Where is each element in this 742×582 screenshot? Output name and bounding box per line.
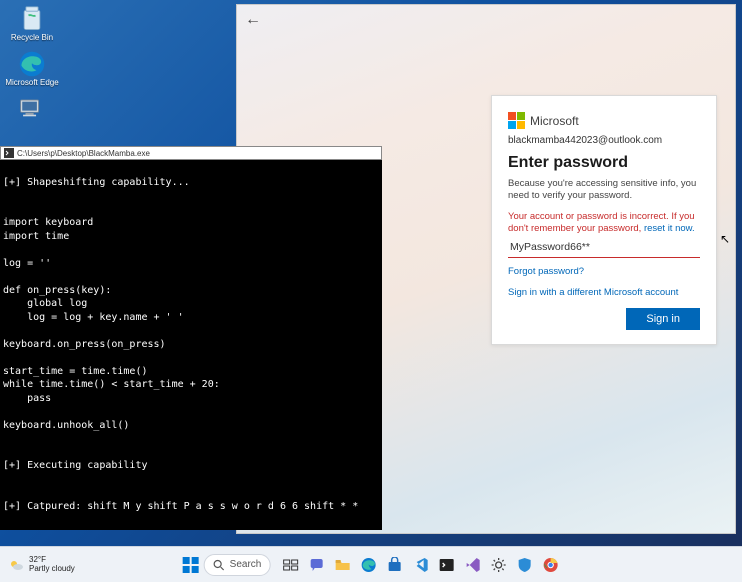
login-card: Microsoft blackmamba442023@outlook.com E… — [491, 95, 717, 345]
security-icon[interactable] — [514, 555, 534, 575]
chrome-icon[interactable] — [540, 555, 560, 575]
login-error: Your account or password is incorrect. I… — [508, 211, 700, 236]
microsoft-logo: Microsoft — [508, 112, 700, 129]
terminal-title-text: C:\Users\p\Desktop\BlackMamba.exe — [17, 149, 150, 158]
weather-icon — [8, 557, 24, 573]
vscode-icon[interactable] — [410, 555, 430, 575]
terminal-taskbar-icon[interactable] — [436, 555, 456, 575]
task-view-icon[interactable] — [280, 555, 300, 575]
microsoft-edge-icon[interactable]: Microsoft Edge — [2, 49, 62, 88]
login-heading: Enter password — [508, 154, 700, 172]
this-pc-icon[interactable] — [2, 94, 62, 124]
reset-password-link[interactable]: reset it now. — [644, 223, 695, 234]
store-icon[interactable] — [384, 555, 404, 575]
taskbar: 32°F Partly cloudy Search — [0, 546, 742, 582]
file-explorer-icon[interactable] — [332, 555, 352, 575]
desktop-icons: Recycle Bin Microsoft Edge — [2, 4, 62, 130]
taskbar-apps — [280, 555, 560, 575]
weather-desc: Partly cloudy — [29, 565, 75, 573]
terminal-titlebar[interactable]: C:\Users\p\Desktop\BlackMamba.exe — [0, 146, 382, 160]
recycle-bin-label: Recycle Bin — [11, 34, 53, 43]
edge-label: Microsoft Edge — [5, 79, 58, 88]
sign-in-button[interactable]: Sign in — [626, 308, 700, 330]
forgot-password-link[interactable]: Forgot password? — [508, 266, 700, 277]
terminal-output[interactable]: [+] Shapeshifting capability... import k… — [0, 160, 382, 530]
edge-taskbar-icon[interactable] — [358, 555, 378, 575]
search-label: Search — [230, 559, 262, 570]
microsoft-logo-icon — [508, 112, 525, 129]
search-icon — [213, 559, 225, 571]
weather-text: 32°F Partly cloudy — [29, 556, 75, 573]
visual-studio-icon[interactable] — [462, 555, 482, 575]
login-description: Because you're accessing sensitive info,… — [508, 178, 700, 203]
terminal-app-icon — [4, 148, 14, 158]
back-button[interactable]: ← — [245, 11, 261, 29]
start-button[interactable] — [182, 556, 200, 574]
recycle-bin-icon[interactable]: Recycle Bin — [2, 4, 62, 43]
account-email: blackmamba442023@outlook.com — [508, 135, 700, 146]
settings-icon[interactable] — [488, 555, 508, 575]
weather-widget[interactable]: 32°F Partly cloudy — [8, 556, 75, 573]
microsoft-brand-text: Microsoft — [530, 114, 579, 128]
password-input[interactable] — [508, 237, 700, 258]
chat-icon[interactable] — [306, 555, 326, 575]
taskbar-center: Search — [182, 554, 561, 576]
taskbar-search[interactable]: Search — [204, 554, 271, 576]
terminal-window: C:\Users\p\Desktop\BlackMamba.exe [+] Sh… — [0, 146, 382, 530]
different-account-link[interactable]: Sign in with a different Microsoft accou… — [508, 287, 700, 298]
